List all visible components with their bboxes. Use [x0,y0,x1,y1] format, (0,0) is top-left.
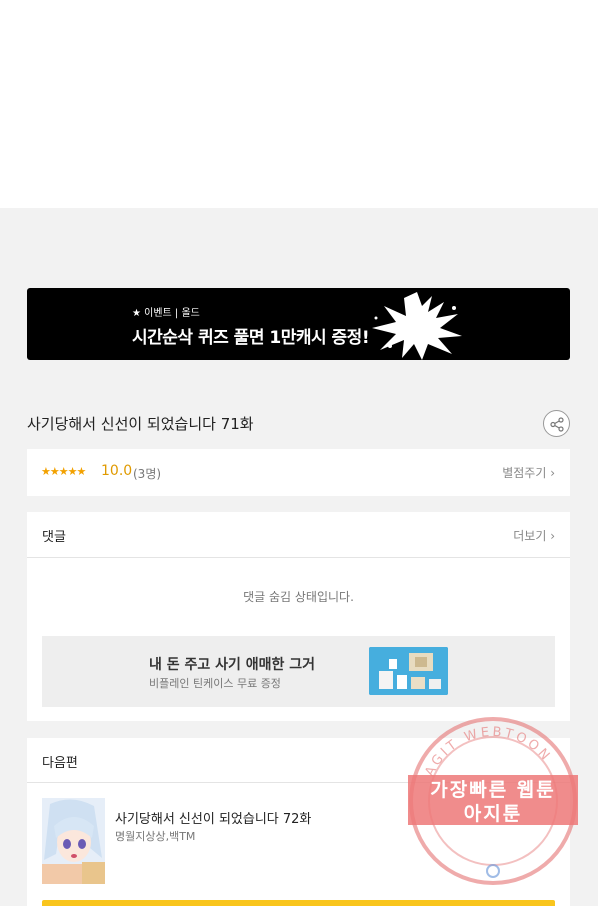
rating-stars: ★★★★★ [41,465,86,478]
svg-text:AGIT WEBTOON: AGIT WEBTOON [422,725,554,779]
share-button[interactable] [543,410,570,437]
episode-title: 사기당해서 신선이 되었습니다 71화 [27,415,254,433]
rating-score: 10.0 [101,463,133,479]
top-blank-area [0,0,598,208]
rating-card: ★★★★★ 10.0 (3명) 별점주기 › [27,449,570,496]
ad-subtitle: 비플레인 틴케이스 무료 증정 [149,677,281,690]
event-banner[interactable]: ★ 이벤트 | 올드 시간순삭 퀴즈 풀면 1만캐시 증정! [27,288,570,360]
comments-card: 댓글 더보기 › 댓글 숨김 상태입니다. 내 돈 주고 사기 애매한 그거 비… [27,512,570,721]
watermark-line2: 아지툰 [463,803,523,825]
banner-headline: 시간순삭 퀴즈 풀면 1만캐시 증정! [132,328,370,348]
comments-title: 댓글 [42,530,66,545]
view-button[interactable] [42,900,555,906]
ad-product-image [369,647,448,695]
share-icon [550,417,564,432]
watermark-line1: 가장빠른 웹툰 [430,779,556,801]
next-episode-thumbnail [42,798,105,884]
ad-title: 내 돈 주고 사기 애매한 그거 [149,657,316,673]
banner-splash-art [372,292,462,360]
comments-hidden-message: 댓글 숨김 상태입니다. [243,590,354,604]
agit-webtoon-watermark: AGIT WEBTOON 가장빠른 웹툰 아지툰 [408,716,578,886]
next-episode-author: 명월지상상,백TM [115,830,196,843]
rate-button[interactable]: 별점주기 › [502,464,555,481]
comments-more-button[interactable]: 더보기 › [513,527,555,544]
next-episode-title: 사기당해서 신선이 되었습니다 72화 [115,812,312,827]
comments-header: 댓글 더보기 › [27,512,570,558]
next-episode-label: 다음편 [42,756,78,771]
ad-box[interactable]: 내 돈 주고 사기 애매한 그거 비플레인 틴케이스 무료 증정 [42,636,555,707]
rating-count: (3명) [133,467,162,481]
banner-label: ★ 이벤트 | 올드 [132,308,200,319]
